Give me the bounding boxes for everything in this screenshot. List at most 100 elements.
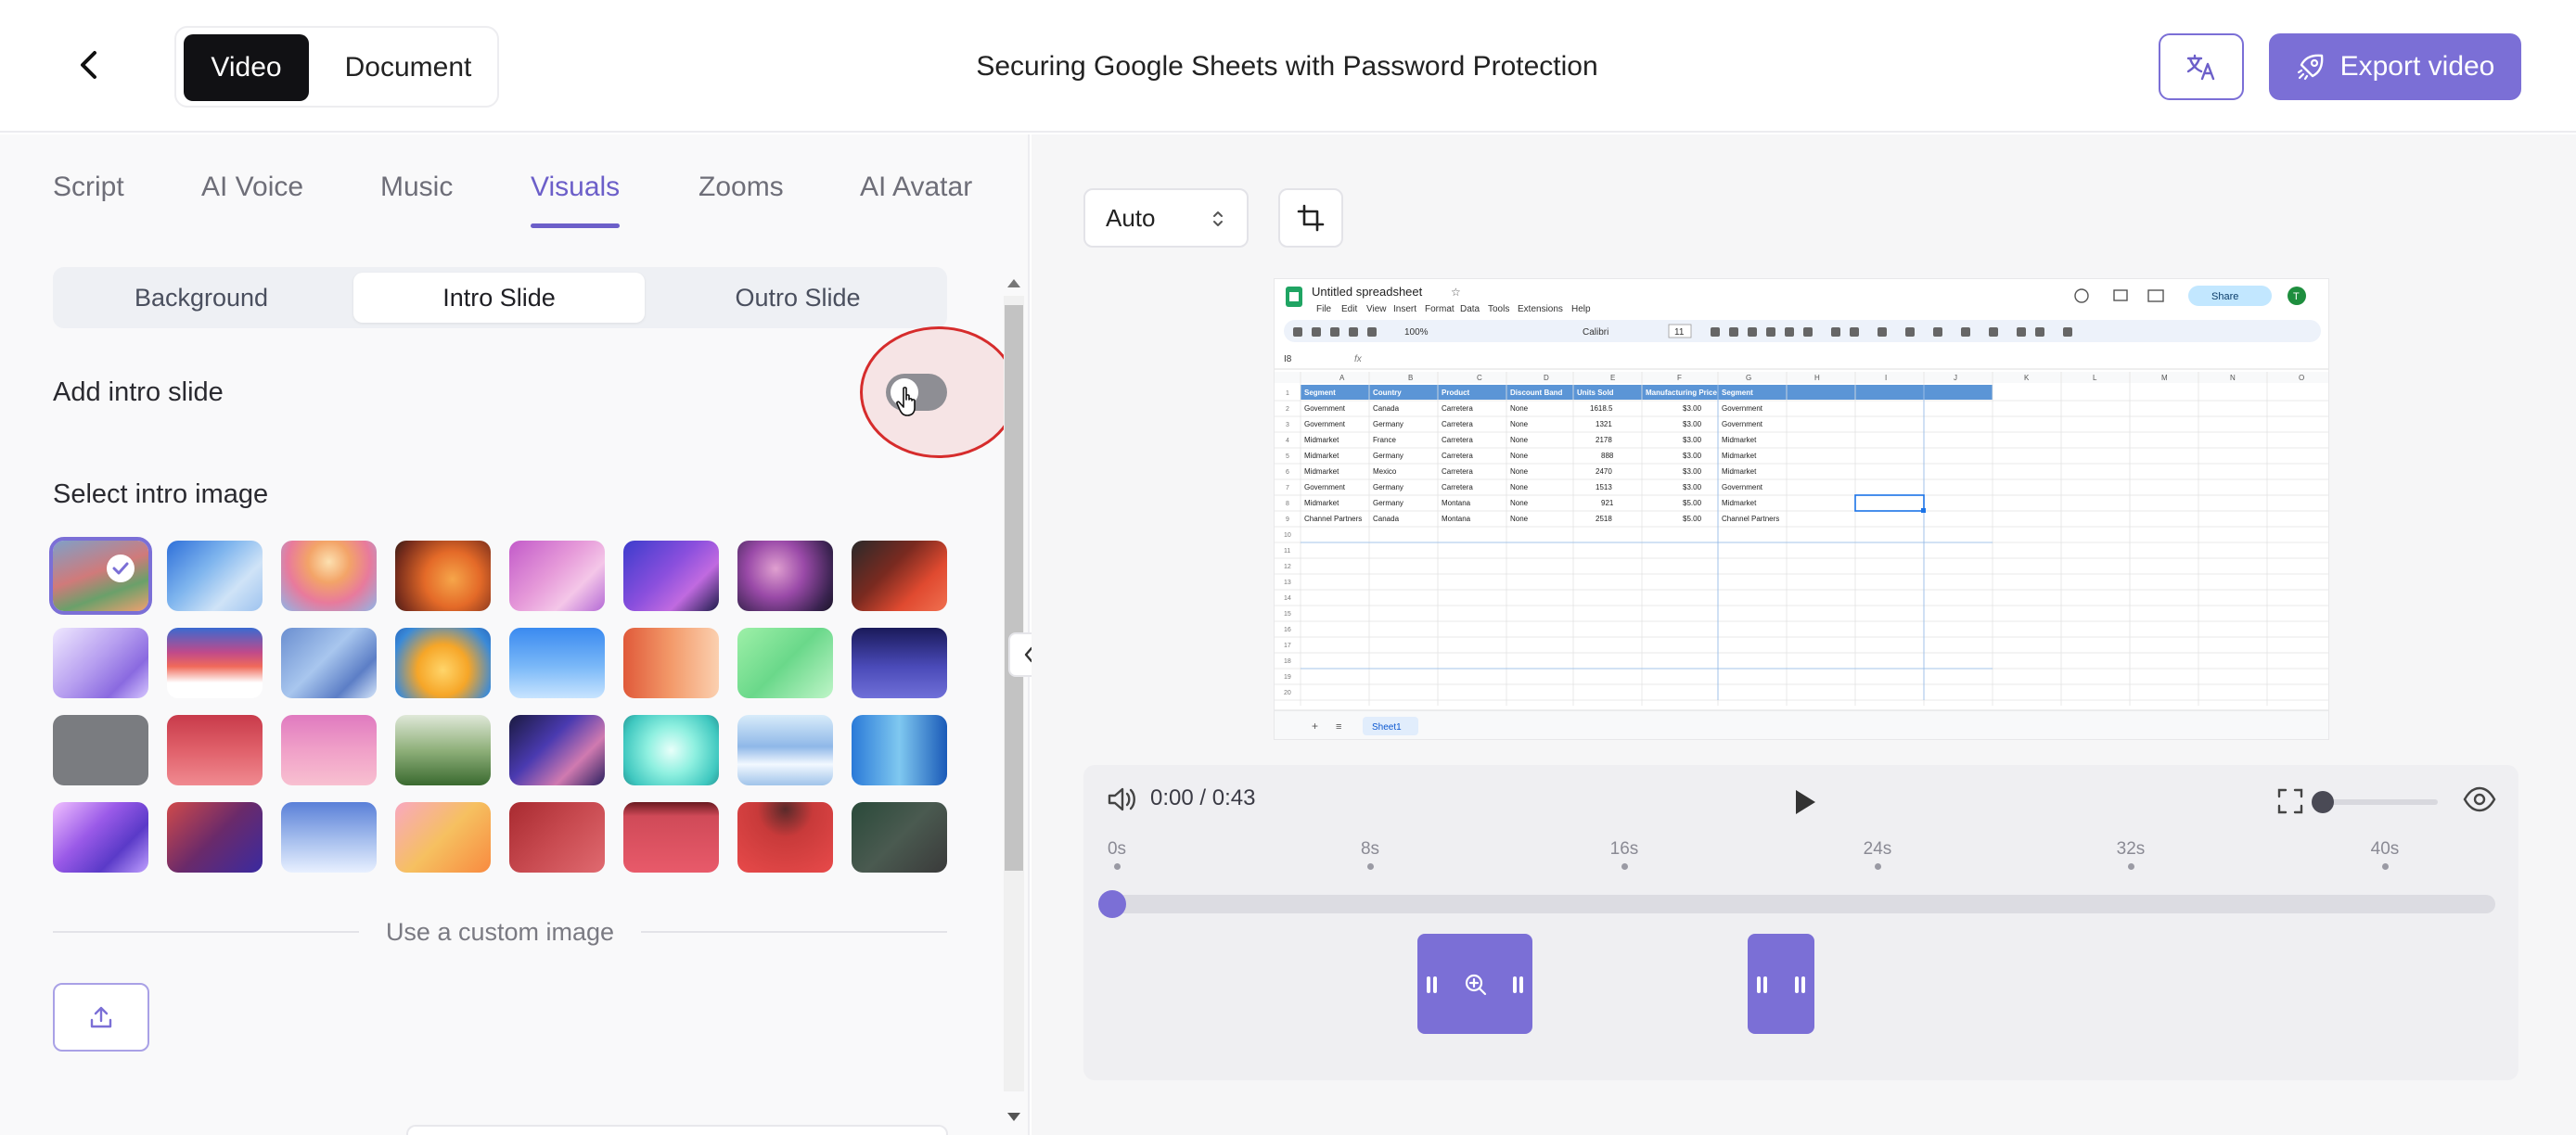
font-size[interactable]: 11 [1674,327,1685,338]
intro-image-thumb[interactable] [281,715,377,785]
intro-image-thumb[interactable] [395,541,491,611]
intro-image-thumb[interactable] [852,802,947,873]
scroll-thumb[interactable] [1005,305,1023,871]
intro-image-thumb[interactable] [281,541,377,611]
intro-image-thumb[interactable] [623,715,719,785]
menu-item[interactable]: Format [1425,304,1455,314]
intro-image-thumb[interactable] [167,715,263,785]
intro-image-thumb[interactable] [737,628,833,698]
intro-image-thumb[interactable] [281,802,377,873]
playhead[interactable] [1098,890,1126,918]
upload-icon [90,1006,112,1028]
clip-handle-right[interactable] [1513,976,1517,993]
upload-custom-image-button[interactable] [53,983,149,1052]
intro-image-thumb[interactable] [737,541,833,611]
intro-image-thumb[interactable] [167,541,263,611]
intro-image-thumb[interactable] [53,628,148,698]
back-button[interactable] [65,41,113,89]
intro-image-thumb[interactable] [509,541,605,611]
intro-image-thumb[interactable] [509,628,605,698]
menu-item[interactable]: Insert [1393,304,1416,314]
clip-handle-left[interactable] [1763,976,1767,993]
menu-item[interactable]: Extensions [1518,304,1563,314]
svg-text:Carretera: Carretera [1442,483,1473,491]
intro-image-thumb[interactable] [395,715,491,785]
intro-image-thumb[interactable] [852,541,947,611]
clip-handle-right[interactable] [1801,976,1805,993]
crop-button[interactable] [1278,188,1343,248]
volume-icon[interactable] [1106,784,1139,815]
intro-image-thumb[interactable] [623,541,719,611]
svg-text:Germany: Germany [1373,420,1403,428]
svg-text:$3.00: $3.00 [1683,483,1702,491]
svg-text:Country: Country [1373,389,1402,397]
tab-ai-voice[interactable]: AI Voice [201,172,303,227]
intro-image-thumb[interactable] [395,628,491,698]
intro-image-thumb[interactable] [852,715,947,785]
tab-zooms[interactable]: Zooms [698,172,784,227]
intro-image-thumb[interactable] [167,802,263,873]
intro-image-thumb[interactable] [53,715,148,785]
svg-text:1513: 1513 [1596,483,1612,491]
timeline-scrubber[interactable] [1104,895,2495,913]
left-panel-scrollbar[interactable] [1004,274,1024,1127]
clip-handle-left[interactable] [1433,976,1437,993]
intro-image-thumb[interactable] [167,628,263,698]
intro-image-thumb[interactable] [852,628,947,698]
menu-item[interactable]: Data [1460,304,1480,314]
scroll-down-arrow[interactable] [1007,1113,1020,1121]
mode-video-button[interactable]: Video [184,34,309,101]
svg-text:None: None [1510,499,1529,507]
svg-text:☆: ☆ [1451,286,1461,299]
clip-handle-left[interactable] [1757,976,1761,993]
intro-image-thumb[interactable] [49,537,152,615]
intro-image-thumb[interactable] [395,802,491,873]
clip-handle-right[interactable] [1795,976,1799,993]
scroll-up-arrow[interactable] [1007,279,1020,287]
timeline-tick-label: 16s [1609,839,1639,859]
menu-item[interactable]: Tools [1488,304,1509,314]
mode-document-button[interactable]: Document [325,34,492,101]
zoom-slider[interactable] [2312,791,2438,813]
subtab-intro-slide[interactable]: Intro Slide [353,273,645,323]
timeline-tick-mark [1621,863,1628,870]
zoom-clip[interactable] [1417,934,1532,1034]
svg-text:Government: Government [1722,404,1763,413]
menu-item[interactable]: File [1316,304,1332,314]
divider-line [641,931,947,933]
intro-image-thumb[interactable] [737,802,833,873]
intro-image-thumb[interactable] [509,802,605,873]
fullscreen-icon[interactable] [2276,787,2304,815]
zoom-clip[interactable] [1748,934,1814,1034]
tab-ai-avatar[interactable]: AI Avatar [860,172,972,227]
zoom-slider-knob[interactable] [2312,791,2334,813]
intro-image-thumb[interactable] [509,715,605,785]
name-box[interactable]: I8 [1284,354,1292,364]
menu-item[interactable]: View [1366,304,1387,314]
export-video-button[interactable]: Export video [2269,33,2521,100]
subtab-background[interactable]: Background [58,273,344,323]
svg-text:F: F [1677,374,1682,382]
intro-image-thumb[interactable] [53,802,148,873]
subtab-outro-slide[interactable]: Outro Slide [654,273,942,323]
translate-button[interactable] [2159,33,2244,100]
intro-image-thumb[interactable] [281,628,377,698]
eye-icon[interactable] [2463,785,2496,813]
clip-handle-right[interactable] [1519,976,1523,993]
intro-image-thumb[interactable] [623,802,719,873]
menu-item[interactable]: Edit [1341,304,1357,314]
tab-visuals[interactable]: Visuals [531,172,621,228]
intro-image-thumb[interactable] [737,715,833,785]
intro-image-thumb[interactable] [623,628,719,698]
zoom-level[interactable]: 100% [1404,327,1429,338]
tab-script[interactable]: Script [53,172,124,227]
play-icon[interactable] [1790,787,1818,817]
svg-text:9: 9 [1286,516,1289,523]
tab-music[interactable]: Music [380,172,453,227]
menu-item[interactable]: Help [1571,304,1591,314]
clip-handle-left[interactable] [1427,976,1430,993]
font-name[interactable]: Calibri [1583,327,1608,338]
left-panel: Script AI Voice Music Visuals Zooms AI A… [0,134,1030,1135]
aspect-ratio-select[interactable]: Auto [1083,188,1249,248]
avatar-letter: T [2293,291,2300,302]
